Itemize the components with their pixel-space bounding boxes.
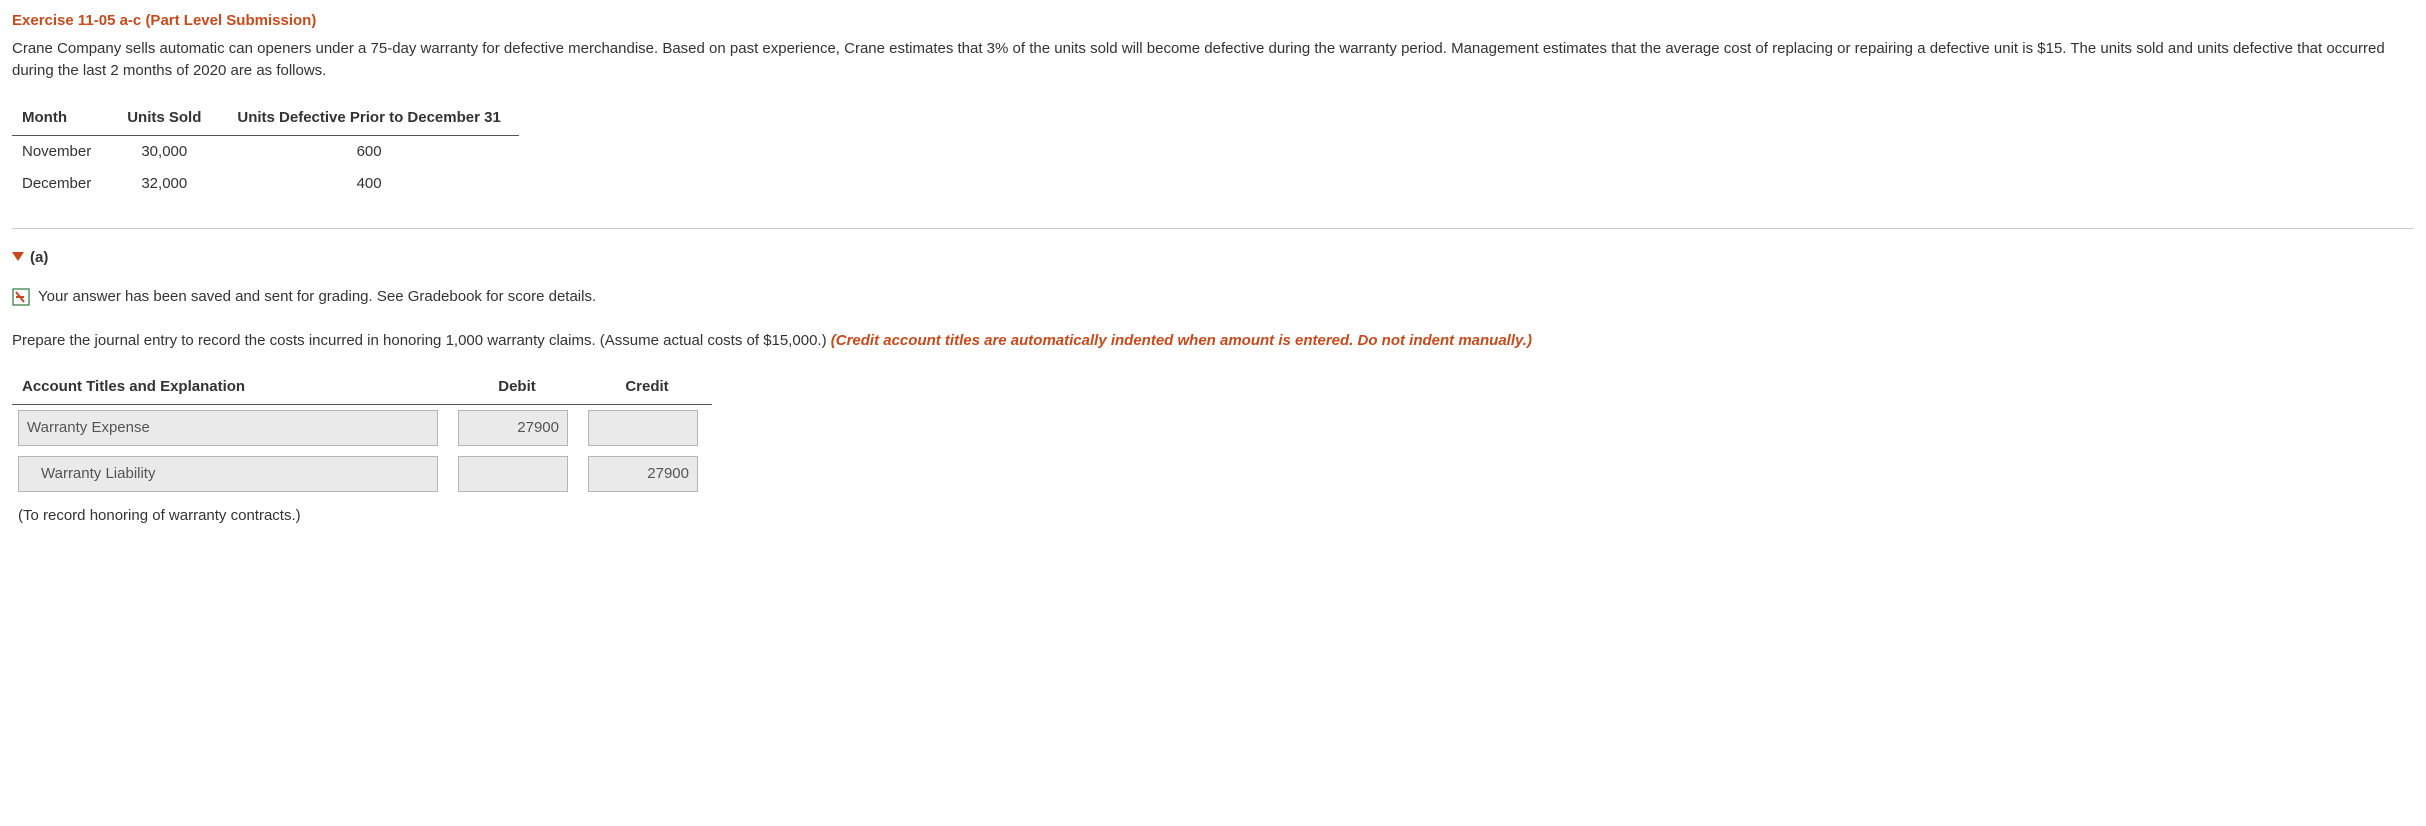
journal-table: Account Titles and Explanation Debit Cre…	[12, 370, 712, 532]
account-title-input[interactable]	[18, 410, 438, 446]
journal-row	[12, 405, 712, 451]
instruction-text: Prepare the journal entry to record the …	[12, 330, 2414, 352]
section-divider	[12, 228, 2414, 229]
submitted-icon	[12, 288, 30, 306]
exercise-title: Exercise 11-05 a-c (Part Level Submissio…	[12, 10, 2414, 32]
journal-row	[12, 451, 712, 497]
data-cell-month: November	[12, 136, 109, 168]
journal-header-account: Account Titles and Explanation	[12, 370, 452, 405]
status-message: Your answer has been saved and sent for …	[38, 286, 596, 308]
data-cell-units-defective: 600	[219, 136, 518, 168]
data-cell-units-sold: 30,000	[109, 136, 219, 168]
data-cell-month: December	[12, 168, 109, 200]
data-header-units-sold: Units Sold	[109, 101, 219, 135]
journal-caption-row: (To record honoring of warranty contract…	[12, 497, 712, 532]
journal-header-credit: Credit	[582, 370, 712, 405]
credit-input[interactable]	[588, 456, 698, 492]
data-cell-units-defective: 400	[219, 168, 518, 200]
table-row: December 32,000 400	[12, 168, 519, 200]
instruction-hint: (Credit account titles are automatically…	[831, 332, 1532, 349]
data-table: Month Units Sold Units Defective Prior t…	[12, 101, 519, 199]
data-cell-units-sold: 32,000	[109, 168, 219, 200]
instruction-main: Prepare the journal entry to record the …	[12, 332, 831, 349]
part-toggle[interactable]: (a)	[12, 247, 2414, 269]
problem-text: Crane Company sells automatic can opener…	[12, 38, 2414, 82]
chevron-down-icon	[12, 252, 24, 262]
data-header-month: Month	[12, 101, 109, 135]
part-label-text: (a)	[30, 247, 48, 269]
table-row: November 30,000 600	[12, 136, 519, 168]
debit-input[interactable]	[458, 410, 568, 446]
account-title-input[interactable]	[18, 456, 438, 492]
data-header-units-defective: Units Defective Prior to December 31	[219, 101, 518, 135]
debit-input[interactable]	[458, 456, 568, 492]
journal-header-debit: Debit	[452, 370, 582, 405]
status-row: Your answer has been saved and sent for …	[12, 286, 2414, 308]
credit-input[interactable]	[588, 410, 698, 446]
journal-caption: (To record honoring of warranty contract…	[12, 497, 712, 532]
